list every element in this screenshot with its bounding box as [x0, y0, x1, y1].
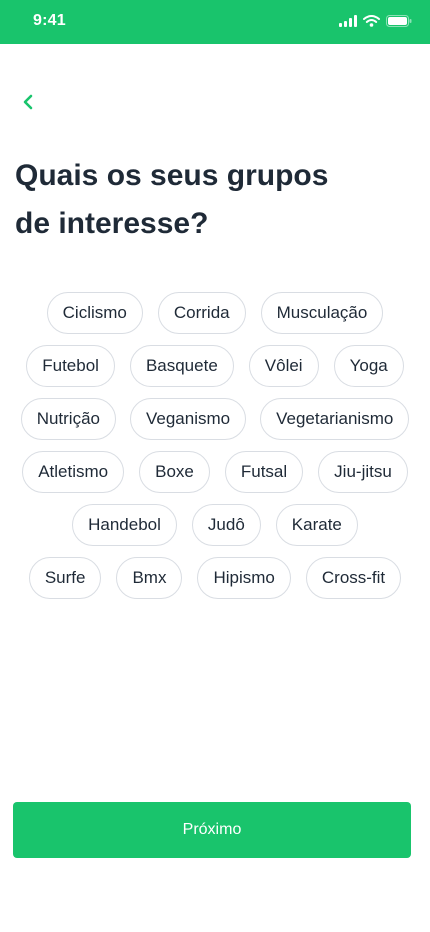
chip-veganismo[interactable]: Veganismo	[130, 398, 247, 440]
chip-atletismo[interactable]: Atletismo	[22, 451, 125, 493]
chip-surfe[interactable]: Surfe	[28, 557, 102, 599]
chip-volei[interactable]: Vôlei	[248, 345, 319, 387]
chip-judo[interactable]: Judô	[191, 504, 261, 546]
chip-jiu-jitsu[interactable]: Jiu-jitsu	[318, 451, 408, 493]
chip-futsal[interactable]: Futsal	[224, 451, 304, 493]
chip-row: Surfe Bmx Hipismo Cross-fit	[0, 557, 430, 599]
chip-row: Ciclismo Corrida Musculação	[0, 292, 430, 334]
chip-boxe[interactable]: Boxe	[139, 451, 210, 493]
chip-karate[interactable]: Karate	[275, 504, 358, 546]
chip-row: Nutrição Veganismo Vegetarianismo	[0, 398, 430, 440]
chip-musculacao[interactable]: Musculação	[260, 292, 384, 334]
title-line-2: de interesse?	[15, 207, 209, 240]
battery-icon	[386, 15, 412, 27]
chip-vegetarianismo[interactable]: Vegetarianismo	[260, 398, 410, 440]
status-icons	[339, 15, 412, 27]
chip-handebol[interactable]: Handebol	[72, 504, 177, 546]
chip-bmx[interactable]: Bmx	[116, 557, 183, 599]
title-line-1: Quais os seus grupos	[15, 159, 329, 192]
chip-hipismo[interactable]: Hipismo	[197, 557, 291, 599]
chip-nutricao[interactable]: Nutrição	[20, 398, 116, 440]
chip-yoga[interactable]: Yoga	[333, 345, 404, 387]
chip-futebol[interactable]: Futebol	[26, 345, 115, 387]
status-time: 9:41	[33, 12, 66, 29]
chip-cross-fit[interactable]: Cross-fit	[305, 557, 402, 599]
chip-row: Atletismo Boxe Futsal Jiu-jitsu	[0, 451, 430, 493]
chevron-left-icon	[23, 94, 33, 110]
chip-corrida[interactable]: Corrida	[157, 292, 246, 334]
chip-row: Handebol Judô Karate	[0, 504, 430, 546]
chip-ciclismo[interactable]: Ciclismo	[46, 292, 143, 334]
status-bar: 9:41	[0, 0, 430, 44]
cellular-signal-icon	[339, 15, 357, 27]
chip-row: Futebol Basquete Vôlei Yoga	[0, 345, 430, 387]
chip-basquete[interactable]: Basquete	[129, 345, 234, 387]
next-button[interactable]: Próximo	[13, 802, 411, 858]
interest-chips: Ciclismo Corrida Musculação Futebol Basq…	[0, 292, 430, 610]
wifi-icon	[363, 15, 380, 27]
page-title: Quais os seus grupos de interesse?	[15, 152, 395, 248]
back-button[interactable]	[14, 88, 42, 116]
